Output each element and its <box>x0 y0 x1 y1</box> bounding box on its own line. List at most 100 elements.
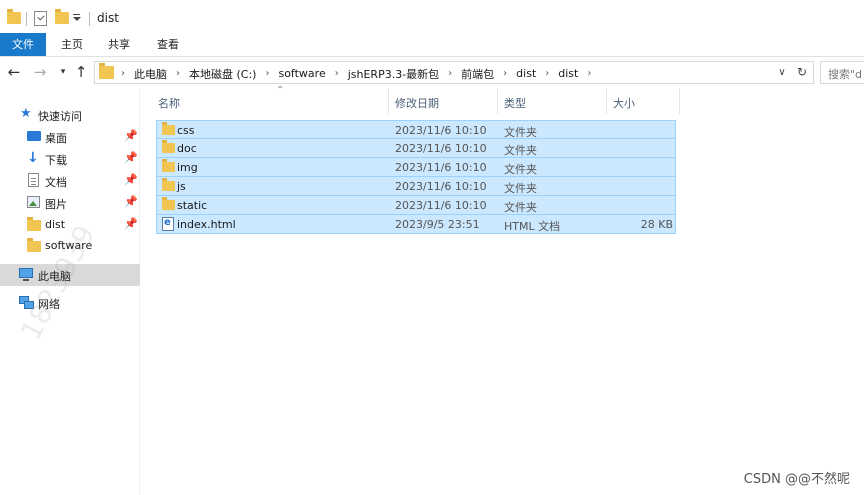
breadcrumb-item[interactable]: jshERP3.3-最新包 <box>348 66 439 82</box>
breadcrumb-item[interactable]: software <box>278 67 325 80</box>
breadcrumb-item[interactable]: 前端包 <box>461 66 494 82</box>
forward-arrow-icon[interactable]: → <box>32 64 48 80</box>
sort-ascending-icon: ⌃ <box>276 85 285 96</box>
chevron-right-icon: › <box>121 68 125 79</box>
file-modified: 2023/11/6 10:10 <box>395 180 487 193</box>
file-modified: 2023/11/6 10:10 <box>395 161 487 174</box>
sidebar-item-network[interactable]: 网络 <box>0 292 140 314</box>
column-header-size[interactable]: 大小 <box>607 88 679 114</box>
table-row[interactable]: js 2023/11/6 10:10 文件夹 <box>156 177 676 196</box>
tab-home[interactable]: 主页 <box>52 33 92 56</box>
table-row[interactable]: static 2023/11/6 10:10 文件夹 <box>156 196 676 215</box>
address-bar[interactable]: › 此电脑 › 本地磁盘 (C:) › software › jshERP3.3… <box>94 61 814 84</box>
chevron-right-icon[interactable]: › <box>448 68 452 79</box>
breadcrumb-item[interactable]: 本地磁盘 (C:) <box>189 66 256 82</box>
up-arrow-icon[interactable]: ↑ <box>73 64 89 80</box>
toolbar-separator <box>26 12 27 26</box>
file-name: index.html <box>177 218 236 231</box>
table-row[interactable]: img 2023/11/6 10:10 文件夹 <box>156 158 676 177</box>
pin-icon[interactable]: 📌 <box>124 195 138 208</box>
chevron-right-icon[interactable]: › <box>335 68 339 79</box>
desktop-icon <box>27 131 41 141</box>
pictures-icon <box>27 196 40 208</box>
customize-toolbar-icon[interactable] <box>72 12 82 24</box>
document-icon <box>28 173 39 187</box>
html-file-icon <box>162 217 174 231</box>
folder-icon <box>162 140 175 153</box>
pin-icon[interactable]: 📌 <box>124 173 138 186</box>
navigation-bar: ← → ▾ ↑ › 此电脑 › 本地磁盘 (C:) › software › j… <box>0 58 864 88</box>
folder-icon <box>7 9 21 24</box>
star-icon: ★ <box>20 106 32 121</box>
recent-locations-chevron-icon[interactable]: ▾ <box>55 64 71 80</box>
network-icon <box>19 296 34 309</box>
chevron-right-icon[interactable]: › <box>265 68 269 79</box>
sidebar-item-dist[interactable]: dist 📌 <box>0 214 140 236</box>
table-row[interactable]: css 2023/11/6 10:10 文件夹 <box>156 120 676 139</box>
column-header-type[interactable]: 类型 <box>498 88 606 114</box>
file-name: img <box>177 161 198 174</box>
pin-icon[interactable]: 📌 <box>124 129 138 142</box>
pin-icon[interactable]: 📌 <box>124 217 138 230</box>
ribbon-tabs: 文件 主页 共享 查看 <box>0 33 864 57</box>
chevron-right-icon[interactable]: › <box>545 68 549 79</box>
sidebar-item-desktop[interactable]: 桌面 📌 <box>0 126 140 148</box>
sidebar-item-documents[interactable]: 文档 📌 <box>0 170 140 192</box>
properties-icon[interactable] <box>34 11 47 26</box>
chevron-right-icon[interactable]: › <box>176 68 180 79</box>
breadcrumb-item[interactable]: dist <box>558 67 578 80</box>
sidebar-item-this-pc[interactable]: 此电脑 <box>0 264 140 286</box>
sidebar-item-pictures[interactable]: 图片 📌 <box>0 192 140 214</box>
file-type: 文件夹 <box>504 126 537 139</box>
file-type: 文件夹 <box>504 182 537 195</box>
chevron-right-icon[interactable]: › <box>503 68 507 79</box>
file-modified: 2023/9/5 23:51 <box>395 218 480 231</box>
column-header-modified[interactable]: 修改日期 <box>389 88 497 114</box>
file-type: 文件夹 <box>504 144 537 157</box>
window-title: dist <box>97 11 119 25</box>
file-name: css <box>177 124 195 137</box>
file-name: doc <box>177 142 197 155</box>
tab-view[interactable]: 查看 <box>148 33 188 56</box>
file-type: 文件夹 <box>504 163 537 176</box>
csdn-credit: CSDN @@不然呢 <box>743 472 850 487</box>
file-modified: 2023/11/6 10:10 <box>395 199 487 212</box>
folder-icon <box>162 178 175 191</box>
folder-icon <box>27 217 41 231</box>
breadcrumb-item[interactable]: dist <box>516 67 536 80</box>
title-bar: dist <box>0 0 864 33</box>
file-modified: 2023/11/6 10:10 <box>395 142 487 155</box>
folder-icon <box>162 197 175 210</box>
new-folder-icon[interactable] <box>55 9 69 24</box>
search-input[interactable]: 搜索"d <box>820 61 864 84</box>
sidebar-item-downloads[interactable]: ↓ 下载 📌 <box>0 148 140 170</box>
folder-icon <box>99 63 114 79</box>
chevron-down-icon[interactable]: ∨ <box>775 65 789 80</box>
sidebar-item-quick-access[interactable]: ★ 快速访问 <box>0 104 140 126</box>
file-type: 文件夹 <box>504 201 537 214</box>
table-row[interactable]: index.html 2023/9/5 23:51 HTML 文档 28 KB <box>156 215 676 234</box>
navigation-pane: ★ 快速访问 桌面 📌 ↓ 下载 📌 文档 📌 图片 📌 dist 📌 soft… <box>0 88 140 495</box>
folder-icon <box>27 238 41 252</box>
file-name: js <box>177 180 186 193</box>
refresh-icon[interactable]: ↻ <box>795 65 809 80</box>
tab-share[interactable]: 共享 <box>99 33 139 56</box>
breadcrumb-item[interactable]: 此电脑 <box>134 66 167 82</box>
back-arrow-icon[interactable]: ← <box>6 64 22 80</box>
file-type: HTML 文档 <box>504 220 561 233</box>
toolbar-separator <box>89 12 90 26</box>
download-icon: ↓ <box>27 150 39 166</box>
chevron-right-icon[interactable]: › <box>587 68 591 79</box>
computer-icon <box>19 268 33 281</box>
table-row[interactable]: doc 2023/11/6 10:10 文件夹 <box>156 139 676 158</box>
file-list: ⌃ 名称 修改日期 类型 大小 css 2023/11/6 10:10 文件夹 … <box>141 85 864 495</box>
file-size: 28 KB <box>640 218 673 231</box>
tab-file[interactable]: 文件 <box>0 33 46 56</box>
sidebar-item-software[interactable]: software <box>0 235 140 257</box>
column-header-name[interactable]: ⌃ 名称 <box>152 85 388 114</box>
file-name: static <box>177 199 208 212</box>
breadcrumb: › 此电脑 › 本地磁盘 (C:) › software › jshERP3.3… <box>121 66 600 81</box>
search-placeholder: 搜索"d <box>828 68 863 81</box>
column-divider[interactable] <box>679 88 680 114</box>
pin-icon[interactable]: 📌 <box>124 151 138 164</box>
